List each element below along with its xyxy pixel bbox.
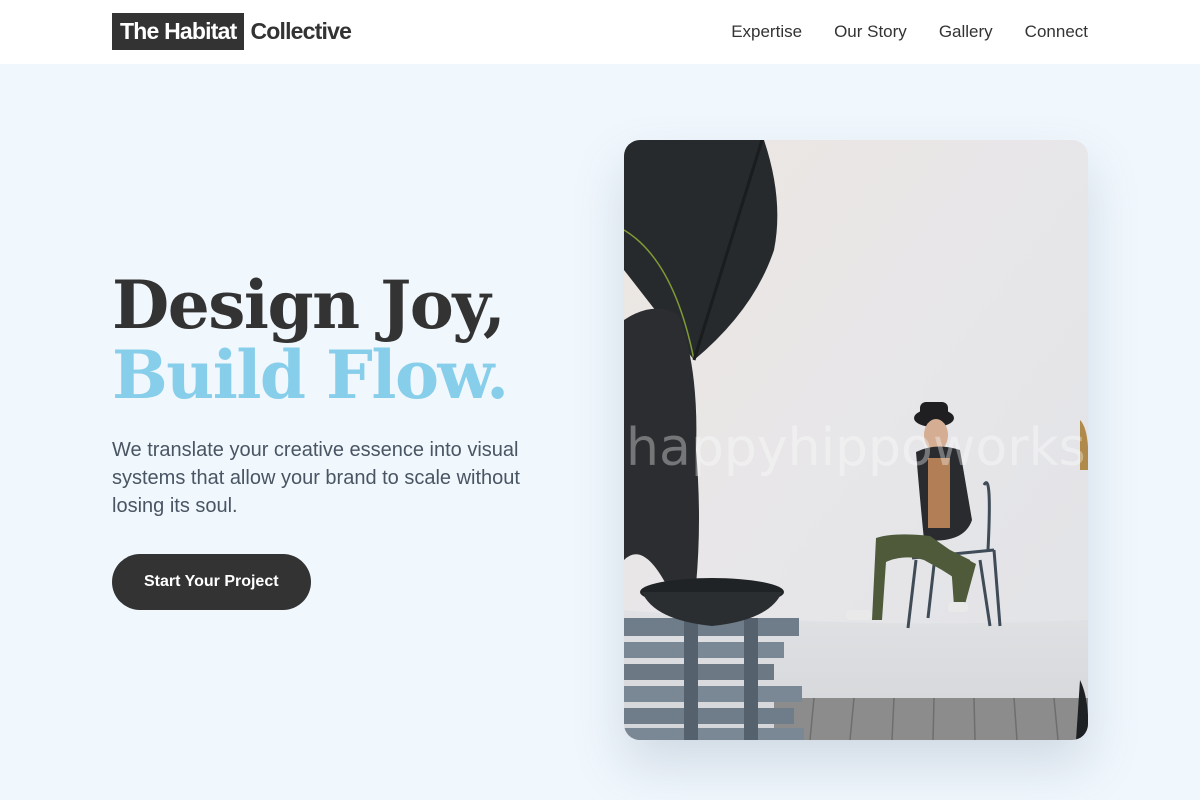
nav-connect[interactable]: Connect xyxy=(1025,22,1088,42)
hero-subtext: We translate your creative essence into … xyxy=(112,439,520,517)
hero-photo: happyhippoworks xyxy=(624,140,1088,740)
nav-expertise[interactable]: Expertise xyxy=(731,22,802,42)
top-navbar: The Habitat Collective Expertise Our Sto… xyxy=(0,0,1200,64)
headline-line-2: Build Flow. xyxy=(112,336,509,414)
photo-watermark: happyhippoworks xyxy=(626,418,1086,478)
brand-highlight: The Habitat xyxy=(112,13,245,50)
start-project-button[interactable]: Start Your Project xyxy=(112,554,311,610)
brand-rest: Collective xyxy=(250,18,352,44)
headline-line-1: Design Joy, xyxy=(112,266,506,344)
hero-text-column: Design Joy, Build Flow. We translate you… xyxy=(112,270,582,610)
hero-headline: Design Joy, Build Flow. xyxy=(112,270,582,410)
nav-gallery[interactable]: Gallery xyxy=(939,22,993,42)
nav-our-story[interactable]: Our Story xyxy=(834,22,907,42)
nav-links: Expertise Our Story Gallery Connect xyxy=(731,0,1088,64)
brand-logo[interactable]: The Habitat Collective xyxy=(112,13,352,50)
floor-planks xyxy=(774,698,1088,740)
